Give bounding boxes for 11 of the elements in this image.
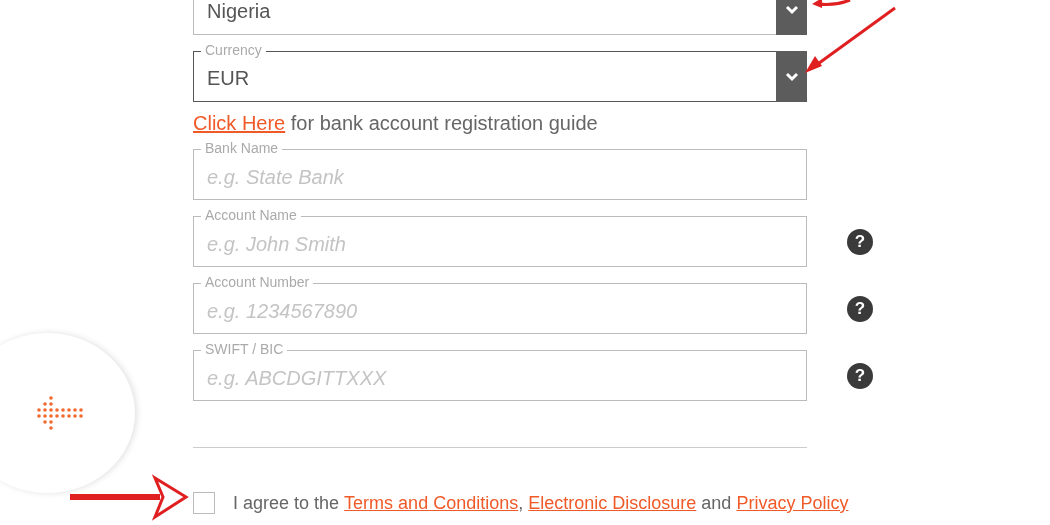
help-icon[interactable]: ? — [847, 362, 873, 389]
field-label: Bank Name — [201, 140, 283, 156]
guide-text: Click Here for bank account registration guide — [193, 112, 599, 135]
select-field[interactable]: Nigeria — [193, 0, 807, 35]
field-label: Account Name — [201, 207, 301, 223]
field-label: Currency — [201, 42, 266, 58]
field-label: Account Number — [201, 274, 314, 290]
help-icon[interactable]: ? — [847, 228, 873, 255]
agreement-text: I agree to the Terms and Conditions, Electronic Disclosure and Privacy Policy — [233, 492, 849, 514]
help-icon[interactable]: ? — [847, 295, 873, 322]
field-label: SWIFT / BIC — [201, 341, 288, 357]
